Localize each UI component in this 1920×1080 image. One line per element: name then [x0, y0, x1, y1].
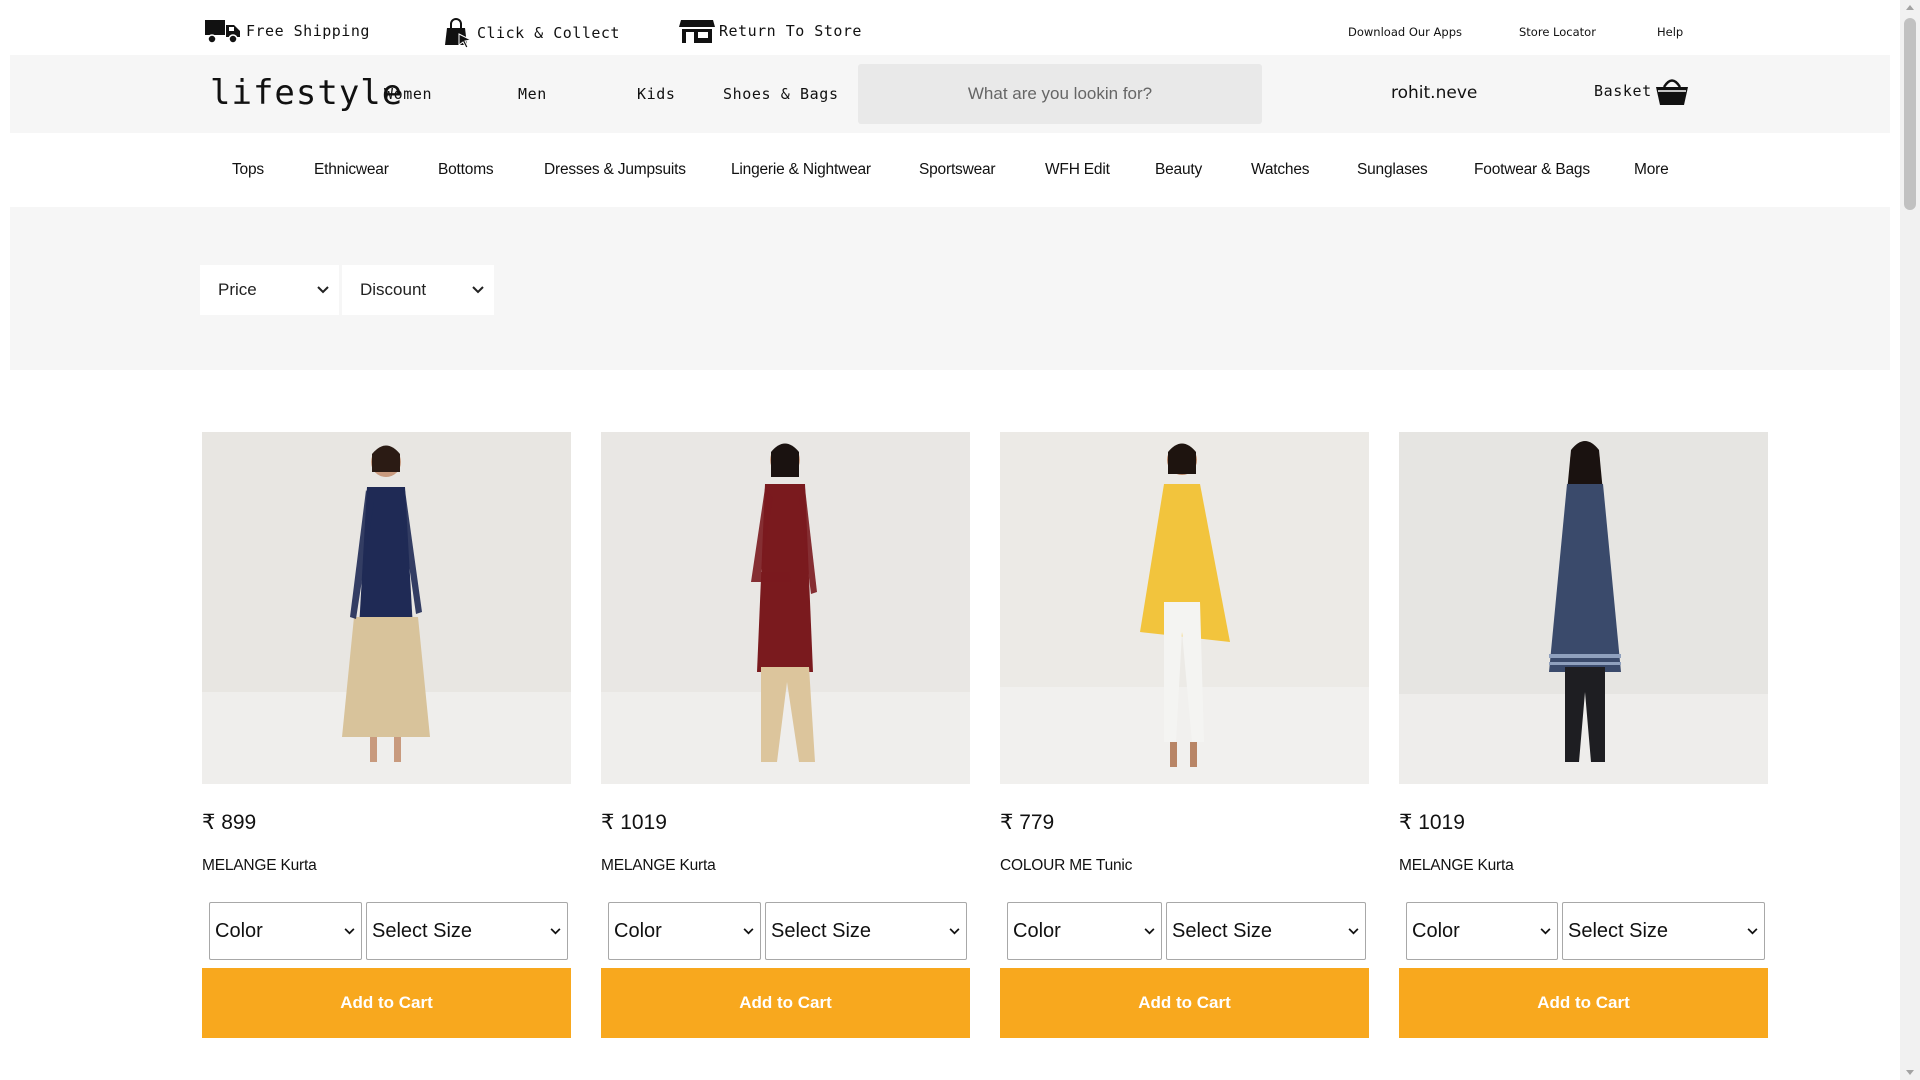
color-select[interactable]: Color — [1007, 902, 1162, 960]
click-collect-link[interactable]: Click & Collect — [441, 18, 620, 48]
color-select-label: Color — [215, 919, 263, 942]
product-card[interactable]: ₹ 1019 MELANGE Kurta Color Select Size A… — [1399, 432, 1768, 1038]
return-to-store-link[interactable]: Return To Store — [679, 18, 862, 44]
color-select[interactable]: Color — [1406, 902, 1558, 960]
model-photo — [1000, 432, 1369, 784]
product-card[interactable]: ₹ 899 MELANGE Kurta Color Select Size Ad… — [202, 432, 571, 1038]
color-select-label: Color — [1013, 919, 1061, 942]
scroll-thumb[interactable] — [1904, 18, 1916, 210]
product-image[interactable] — [202, 432, 571, 784]
product-image[interactable] — [1000, 432, 1369, 784]
size-select[interactable]: Select Size — [1562, 902, 1765, 960]
filter-bar: Price Discount — [10, 207, 1890, 370]
subnav-footwear-bags[interactable]: Footwear & Bags — [1474, 161, 1590, 179]
chevron-down-icon — [344, 927, 355, 934]
free-shipping-link[interactable]: Free Shipping — [204, 18, 370, 44]
subnav-more[interactable]: More — [1634, 161, 1669, 179]
search-input[interactable] — [858, 64, 1262, 124]
product-name[interactable]: MELANGE Kurta — [601, 857, 716, 875]
size-select[interactable]: Select Size — [765, 902, 967, 960]
nav-kids[interactable]: Kids — [637, 85, 676, 103]
nav-women[interactable]: Women — [384, 85, 432, 103]
basket-icon — [1655, 79, 1688, 105]
model-photo — [202, 432, 571, 784]
subnav-bottoms[interactable]: Bottoms — [438, 161, 494, 179]
product-card[interactable]: ₹ 779 COLOUR ME Tunic Color Select Size … — [1000, 432, 1369, 1038]
product-name[interactable]: COLOUR ME Tunic — [1000, 857, 1132, 875]
product-image[interactable] — [601, 432, 970, 784]
utility-bar: Free Shipping Click & Collect Return To … — [0, 0, 1900, 55]
page-scrollbar[interactable] — [1900, 0, 1920, 1080]
price-filter-select[interactable]: Price — [200, 265, 339, 315]
download-apps-link[interactable]: Download Our Apps — [1348, 25, 1462, 39]
main-header: lifestyle Women Men Kids Shoes & Bags ro… — [10, 55, 1890, 133]
chevron-down-icon — [1144, 927, 1155, 934]
add-to-cart-button[interactable]: Add to Cart — [1000, 968, 1369, 1038]
size-select-label: Select Size — [372, 919, 473, 942]
size-select[interactable]: Select Size — [366, 902, 568, 960]
size-select-label: Select Size — [1172, 919, 1273, 942]
basket-button[interactable]: Basket — [1594, 74, 1690, 108]
click-collect-label: Click & Collect — [477, 24, 620, 42]
subnav-beauty[interactable]: Beauty — [1155, 161, 1202, 179]
product-price: ₹ 1019 — [1399, 811, 1465, 834]
chevron-down-icon — [949, 927, 960, 934]
chevron-down-icon — [1747, 927, 1758, 934]
subnav-sunglases[interactable]: Sunglases — [1357, 161, 1428, 179]
product-name[interactable]: MELANGE Kurta — [202, 857, 317, 875]
subnav-tops[interactable]: Tops — [232, 161, 264, 179]
product-image[interactable] — [1399, 432, 1768, 784]
subnav-lingerie-nightwear[interactable]: Lingerie & Nightwear — [731, 161, 871, 179]
model-photo — [601, 432, 970, 784]
lifestyle-logo[interactable]: lifestyle — [210, 73, 403, 113]
color-select-label: Color — [614, 919, 662, 942]
nav-shoes-bags[interactable]: Shoes & Bags — [723, 85, 839, 103]
add-to-cart-button[interactable]: Add to Cart — [202, 968, 571, 1038]
subnav-watches[interactable]: Watches — [1251, 161, 1310, 179]
price-filter-label: Price — [218, 280, 257, 299]
product-name[interactable]: MELANGE Kurta — [1399, 857, 1514, 875]
size-select-label: Select Size — [1568, 919, 1669, 942]
chevron-down-icon — [550, 927, 561, 934]
chevron-down-icon — [1540, 927, 1551, 934]
chevron-down-icon — [1348, 927, 1359, 934]
chevron-down-icon — [743, 927, 754, 934]
scroll-down-icon[interactable] — [1906, 1070, 1914, 1075]
product-price: ₹ 1019 — [601, 811, 667, 834]
nav-men[interactable]: Men — [518, 85, 547, 103]
add-to-cart-button[interactable]: Add to Cart — [1399, 968, 1768, 1038]
color-select-label: Color — [1412, 919, 1460, 942]
free-shipping-label: Free Shipping — [246, 22, 370, 40]
scroll-up-icon[interactable] — [1906, 5, 1914, 10]
size-select[interactable]: Select Size — [1166, 902, 1366, 960]
account-username[interactable]: rohit.neve — [1391, 83, 1477, 103]
outfit-bottom — [342, 617, 430, 737]
add-to-cart-button[interactable]: Add to Cart — [601, 968, 970, 1038]
discount-filter-select[interactable]: Discount — [342, 265, 494, 315]
subnav-ethnicwear[interactable]: Ethnicwear — [314, 161, 389, 179]
chevron-down-icon — [472, 286, 484, 294]
subnav-wfh-edit[interactable]: WFH Edit — [1045, 161, 1110, 179]
color-select[interactable]: Color — [209, 902, 362, 960]
store-icon — [679, 20, 715, 43]
subcategory-nav: Tops Ethnicwear Bottoms Dresses & Jumpsu… — [0, 134, 1900, 206]
product-price: ₹ 779 — [1000, 811, 1055, 834]
product-card[interactable]: ₹ 1019 MELANGE Kurta Color Select Size A… — [601, 432, 970, 1038]
product-price: ₹ 899 — [202, 811, 257, 834]
color-select[interactable]: Color — [608, 902, 761, 960]
store-locator-link[interactable]: Store Locator — [1519, 25, 1596, 39]
truck-icon — [205, 20, 240, 44]
basket-label: Basket — [1594, 82, 1652, 100]
return-to-store-label: Return To Store — [719, 22, 862, 40]
model-photo — [1399, 432, 1768, 784]
help-link[interactable]: Help — [1657, 25, 1683, 39]
shopping-bag-icon — [445, 18, 473, 48]
subnav-sportswear[interactable]: Sportswear — [919, 161, 996, 179]
subnav-dresses-jumpsuits[interactable]: Dresses & Jumpsuits — [544, 161, 686, 179]
size-select-label: Select Size — [771, 919, 872, 942]
chevron-down-icon — [317, 286, 329, 294]
discount-filter-label: Discount — [360, 280, 427, 299]
